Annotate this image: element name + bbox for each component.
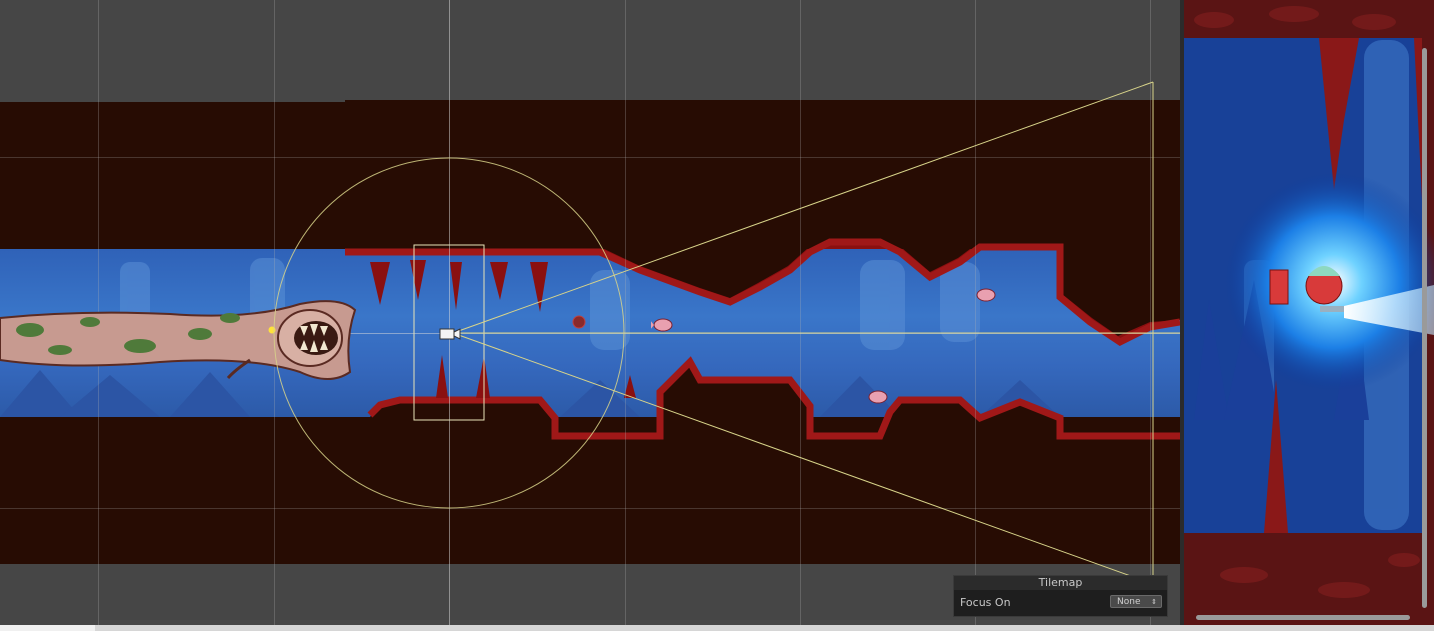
tilemap-overlay-panel: Tilemap Focus On None ⇕	[953, 575, 1168, 617]
focus-on-value: None	[1117, 597, 1141, 607]
game-horizontal-scrollbar[interactable]	[1196, 615, 1410, 620]
tilemap-title: Tilemap	[954, 576, 1167, 590]
focus-on-label: Focus On	[960, 596, 1011, 609]
game-render	[1184, 0, 1434, 631]
scene-view[interactable]: Tilemap Focus On None ⇕	[0, 0, 1180, 631]
game-vertical-scrollbar[interactable]	[1422, 48, 1427, 608]
updown-arrows-icon: ⇕	[1151, 598, 1157, 606]
bottom-tab[interactable]	[0, 625, 95, 631]
gizmo-layer	[273, 81, 1180, 585]
bottom-bar	[0, 625, 1434, 631]
focus-on-dropdown[interactable]: None ⇕	[1110, 595, 1162, 608]
camera-gizmo-icon[interactable]	[439, 326, 461, 342]
game-view[interactable]	[1184, 0, 1434, 631]
